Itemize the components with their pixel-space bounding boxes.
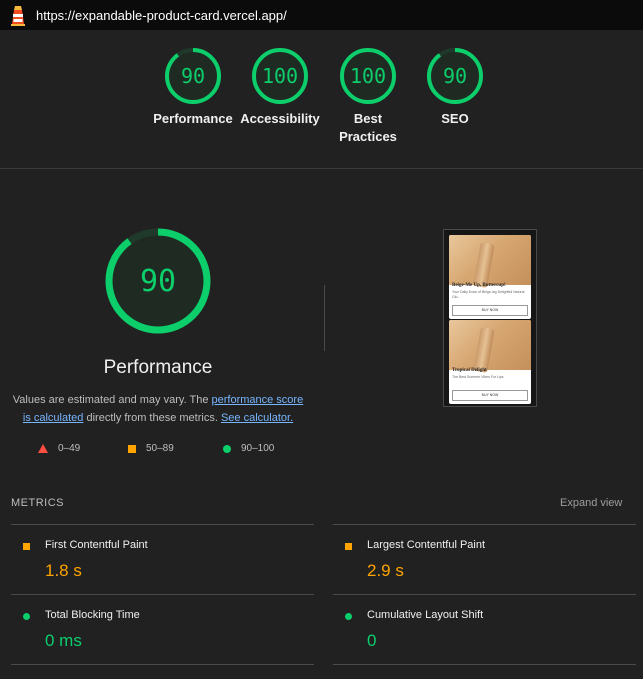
gauge-ring: 90: [427, 48, 483, 104]
lighthouse-logo-icon: [11, 6, 25, 26]
performance-gauge-large: 90: [104, 227, 212, 335]
metric-value: 2.9 s: [367, 561, 404, 580]
card-subtitle: The Best Summer Vibes For Lips: [452, 375, 504, 379]
divider: [11, 664, 314, 665]
metric-name: Total Blocking Time: [45, 609, 140, 621]
gauge-label: Accessibility: [240, 111, 320, 126]
metric-name: Cumulative Layout Shift: [367, 609, 484, 621]
desc-text-mid: directly from these metrics.: [83, 412, 221, 424]
product-card: Tropical Delight The Best Summer Vibes F…: [449, 320, 531, 404]
gauge-label: SEO: [441, 111, 469, 126]
divider: [324, 285, 325, 351]
card-subtitle: Your Daily Dose of Beige-ing Delightful …: [452, 290, 525, 299]
buy-now-button: BUY NOW: [452, 390, 528, 401]
legend-item-fail: 0–49: [38, 443, 80, 454]
metric-name: First Contentful Paint: [45, 539, 148, 551]
gauge-score: 90: [443, 64, 467, 88]
gauge-ring: 100: [340, 48, 396, 104]
metric-value: 1.8 s: [45, 561, 82, 580]
see-calculator-link[interactable]: See calculator.: [221, 412, 293, 424]
square-orange-icon: [345, 543, 352, 550]
category-gauges: 90 Performance 100 Accessibility 100 Bes…: [0, 30, 643, 169]
gauge-performance[interactable]: 90 Performance: [148, 46, 238, 128]
gauge-accessibility[interactable]: 100 Accessibility: [235, 46, 325, 128]
metric-value: 0 ms: [45, 631, 82, 650]
expand-view-button[interactable]: Expand view: [560, 497, 622, 509]
legend-item-average: 50–89: [128, 443, 174, 454]
card-title: Tropical Delight: [452, 368, 487, 373]
gauge-ring-large: 90: [105, 228, 211, 334]
performance-title: Performance: [103, 357, 213, 378]
performance-score: 90: [140, 264, 176, 299]
square-orange-icon: [23, 543, 30, 550]
gauge-label: Performance: [153, 111, 233, 126]
final-screenshot-thumbnail[interactable]: Beige-Me Up, Buttercup! Your Daily Dose …: [443, 229, 537, 407]
gauge-score: 100: [262, 64, 298, 88]
metric-fcp: First Contentful Paint 1.8 s: [11, 524, 314, 593]
page-url[interactable]: https://expandable-product-card.vercel.a…: [36, 8, 287, 23]
product-card: Beige-Me Up, Buttercup! Your Daily Dose …: [449, 235, 531, 319]
gauge-label: Best Practices: [339, 111, 397, 144]
circle-green-icon: [345, 613, 352, 620]
metric-name: Largest Contentful Paint: [367, 539, 486, 551]
gauge-ring: 90: [165, 48, 221, 104]
legend-range: 90–100: [241, 443, 275, 454]
circle-green-icon: [23, 613, 30, 620]
score-legend: 0–49 50–89 90–100: [0, 443, 316, 459]
buy-now-button: BUY NOW: [452, 305, 528, 316]
legend-item-pass: 90–100: [223, 443, 274, 454]
square-orange-icon: [128, 444, 136, 453]
gauge-ring: 100: [252, 48, 308, 104]
gauge-score: 90: [181, 64, 205, 88]
metric-lcp: Largest Contentful Paint 2.9 s: [333, 524, 636, 593]
legend-range: 50–89: [146, 443, 174, 454]
triangle-red-icon: [38, 444, 48, 453]
performance-description: Values are estimated and may vary. The p…: [8, 391, 308, 427]
legend-range: 0–49: [58, 443, 81, 454]
metrics-heading: METRICS: [11, 497, 64, 509]
gauge-score: 100: [350, 64, 386, 88]
gauge-seo[interactable]: 90 SEO: [410, 46, 500, 128]
desc-text: Values are estimated and may vary. The: [12, 394, 212, 406]
card-title: Beige-Me Up, Buttercup!: [452, 283, 506, 288]
gauge-best-practices[interactable]: 100 Best Practices: [323, 46, 413, 146]
divider: [333, 664, 636, 665]
metric-cls: Cumulative Layout Shift 0: [333, 594, 636, 663]
top-bar: https://expandable-product-card.vercel.a…: [0, 0, 643, 30]
metric-tbt: Total Blocking Time 0 ms: [11, 594, 314, 663]
metric-value: 0: [367, 631, 377, 650]
circle-green-icon: [223, 444, 231, 453]
